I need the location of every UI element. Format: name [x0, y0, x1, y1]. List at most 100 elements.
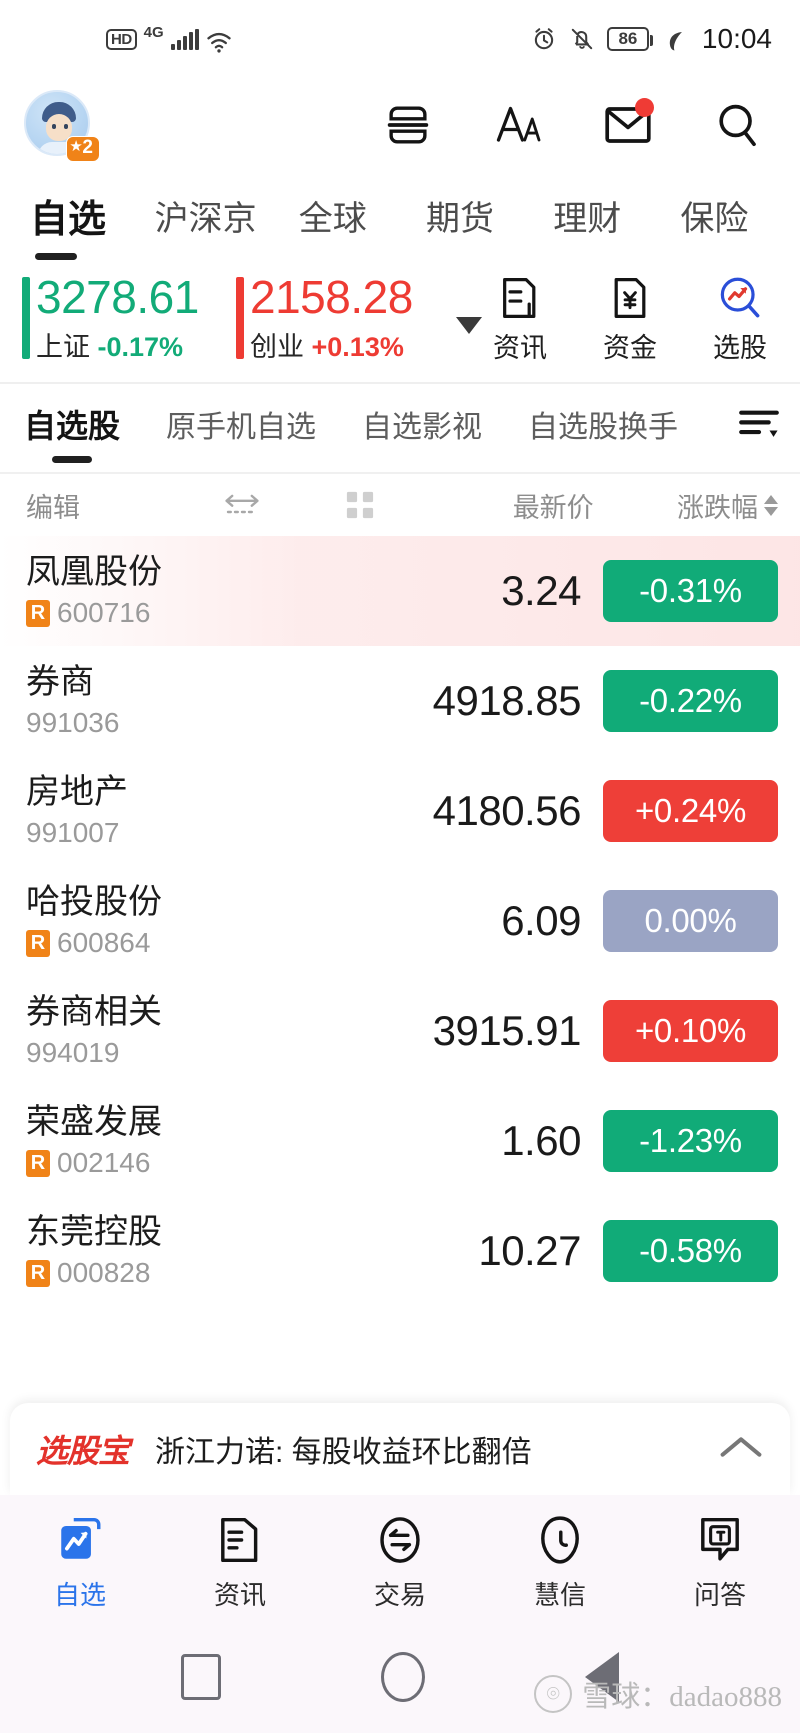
stock-code: 991036 — [26, 707, 120, 739]
quick-action-label: 资讯 — [493, 332, 547, 363]
stock-name: 荣盛发展 — [26, 1102, 162, 1141]
scan-code-icon[interactable] — [384, 101, 432, 149]
quick-action-label: 选股 — [713, 332, 767, 363]
top-tab-bar: 自选 沪深京 全球 期货 理财 保险 — [0, 172, 800, 260]
index-value: 3278.61 — [36, 271, 199, 324]
stock-code: 000828 — [57, 1257, 151, 1289]
quick-action-fund[interactable]: 资金 — [592, 274, 668, 365]
table-row[interactable]: 券商相关 994019 3915.91 +0.10% — [0, 976, 800, 1086]
stock-code-line: R 600864 — [26, 927, 354, 959]
wifi-icon — [206, 29, 232, 53]
stock-picker-magnifier-icon — [717, 274, 763, 322]
power-saving-leaf-icon — [666, 28, 686, 51]
bottom-nav-news[interactable]: 资讯 — [160, 1511, 320, 1612]
table-row[interactable]: 东莞控股 R 000828 10.27 -0.58% — [0, 1196, 800, 1306]
tab-global[interactable]: 全球 — [269, 191, 396, 240]
tab-zixuan[interactable]: 自选 — [22, 188, 142, 260]
table-row[interactable]: 凤凰股份 R 600716 3.24 -0.31% — [0, 536, 800, 646]
tab-futures[interactable]: 期货 — [396, 191, 523, 240]
promo-banner[interactable]: 选股宝 浙江力诺: 每股收益环比翻倍 — [10, 1403, 790, 1495]
chevron-down-icon[interactable] — [456, 316, 482, 334]
stock-name: 东莞控股 — [26, 1212, 162, 1251]
table-row[interactable]: 哈投股份 R 600864 6.09 0.00% — [0, 866, 800, 976]
promo-headline[interactable]: 浙江力诺: 每股收益环比翻倍 — [155, 1427, 532, 1471]
stock-code-line: 994019 — [26, 1037, 354, 1069]
trade-exchange-icon — [376, 1511, 424, 1569]
subtab-turnover[interactable]: 自选股换手 — [528, 402, 678, 446]
margin-trading-r-icon: R — [26, 599, 50, 627]
stock-price: 10.27 — [478, 1227, 581, 1274]
status-badge: -0.58% — [602, 1220, 778, 1282]
horizontal-arrows-icon[interactable] — [185, 491, 299, 519]
stock-code: 994019 — [26, 1037, 120, 1069]
edit-button[interactable]: 编辑 — [26, 486, 185, 525]
tab-hushenjing[interactable]: 沪深京 — [142, 191, 269, 240]
stock-code: 991007 — [26, 817, 120, 849]
bottom-nav-huixin[interactable]: 慧信 — [480, 1511, 640, 1612]
status-badge: -1.23% — [602, 1110, 778, 1172]
margin-trading-r-icon: R — [26, 1259, 50, 1287]
fund-yen-icon — [609, 274, 651, 322]
table-row[interactable]: 荣盛发展 R 002146 1.60 -1.23% — [0, 1086, 800, 1196]
bell-muted-icon — [569, 26, 595, 52]
bottom-nav-label: 慧信 — [533, 1579, 586, 1610]
bottom-nav-bar: 自选 资讯 交易 慧信 问答 — [0, 1495, 800, 1621]
subtab-phone-list[interactable]: 原手机自选 — [166, 402, 316, 446]
grid-view-icon[interactable] — [298, 489, 421, 521]
stock-price: 3915.91 — [432, 1007, 582, 1054]
stock-price: 6.09 — [501, 897, 581, 944]
search-icon[interactable] — [714, 101, 762, 149]
quick-action-group: 资讯 资金 选股 — [482, 274, 782, 365]
status-bar-left: HD 4G — [106, 24, 232, 53]
bottom-nav-qa[interactable]: 问答 — [640, 1511, 800, 1612]
news-document-icon — [499, 274, 541, 322]
phone-screen: HD 4G 86 10:04 ★ 2 自选 沪深京 全球 期货 理财 保险 32… — [0, 0, 800, 1733]
mail-unread-badge — [635, 98, 654, 117]
quick-action-stockpick[interactable]: 选股 — [702, 274, 778, 365]
tab-wealth[interactable]: 理财 — [524, 191, 651, 240]
column-header-change[interactable]: 涨跌幅 — [608, 486, 778, 525]
list-sort-icon[interactable] — [736, 404, 782, 444]
mail-icon[interactable] — [604, 98, 654, 149]
stock-price: 4180.56 — [432, 787, 582, 834]
index-card-chuangye[interactable]: 2158.28 创业 +0.13% — [236, 273, 450, 364]
status-bar: HD 4G 86 10:04 — [0, 0, 800, 78]
bottom-nav-zixuan[interactable]: 自选 — [0, 1511, 160, 1612]
column-header-price[interactable]: 最新价 — [421, 486, 607, 525]
quick-action-news[interactable]: 资讯 — [482, 274, 558, 365]
index-card-shanghai[interactable]: 3278.61 上证 -0.17% — [22, 271, 236, 364]
bottom-nav-trade[interactable]: 交易 — [320, 1511, 480, 1612]
subtab-zixuangu[interactable]: 自选股 — [24, 401, 120, 447]
status-badge: -0.31% — [602, 560, 778, 622]
recents-square-icon[interactable] — [181, 1654, 221, 1700]
status-bar-right: 86 10:04 — [531, 23, 772, 55]
font-size-icon[interactable] — [494, 101, 542, 149]
column-header-change-label: 涨跌幅 — [677, 492, 758, 523]
stock-price: 1.60 — [501, 1117, 581, 1164]
tab-insurance[interactable]: 保险 — [651, 191, 778, 240]
home-circle-icon[interactable] — [381, 1652, 425, 1702]
table-row[interactable]: 券商 991036 4918.85 -0.22% — [0, 646, 800, 756]
stock-code-line: R 600716 — [26, 597, 354, 629]
status-badge: +0.24% — [602, 780, 778, 842]
status-badge: -0.22% — [602, 670, 778, 732]
stock-name: 凤凰股份 — [26, 552, 162, 591]
stock-code: 600716 — [57, 597, 151, 629]
subtab-film[interactable]: 自选影视 — [362, 402, 482, 446]
watermark: ⌾ 雪球：dadao888 — [534, 1673, 782, 1715]
star-icon: ★ — [69, 138, 83, 156]
stock-name: 房地产 — [26, 772, 128, 811]
hd-icon: HD — [106, 28, 137, 50]
stock-code-line: 991007 — [26, 817, 354, 849]
table-row[interactable]: 房地产 991007 4180.56 +0.24% — [0, 756, 800, 866]
chevron-up-icon[interactable] — [718, 1431, 764, 1468]
stock-name: 券商相关 — [26, 992, 162, 1031]
promo-logo: 选股宝 — [36, 1433, 130, 1469]
index-change: +0.13% — [311, 331, 404, 362]
status-badge: +0.10% — [602, 1000, 778, 1062]
bottom-nav-label: 交易 — [373, 1579, 426, 1610]
avatar[interactable]: ★ 2 — [24, 90, 100, 162]
stock-price: 4918.85 — [432, 677, 582, 724]
watchlist-chart-icon — [55, 1511, 105, 1569]
news-document-icon — [217, 1511, 263, 1569]
